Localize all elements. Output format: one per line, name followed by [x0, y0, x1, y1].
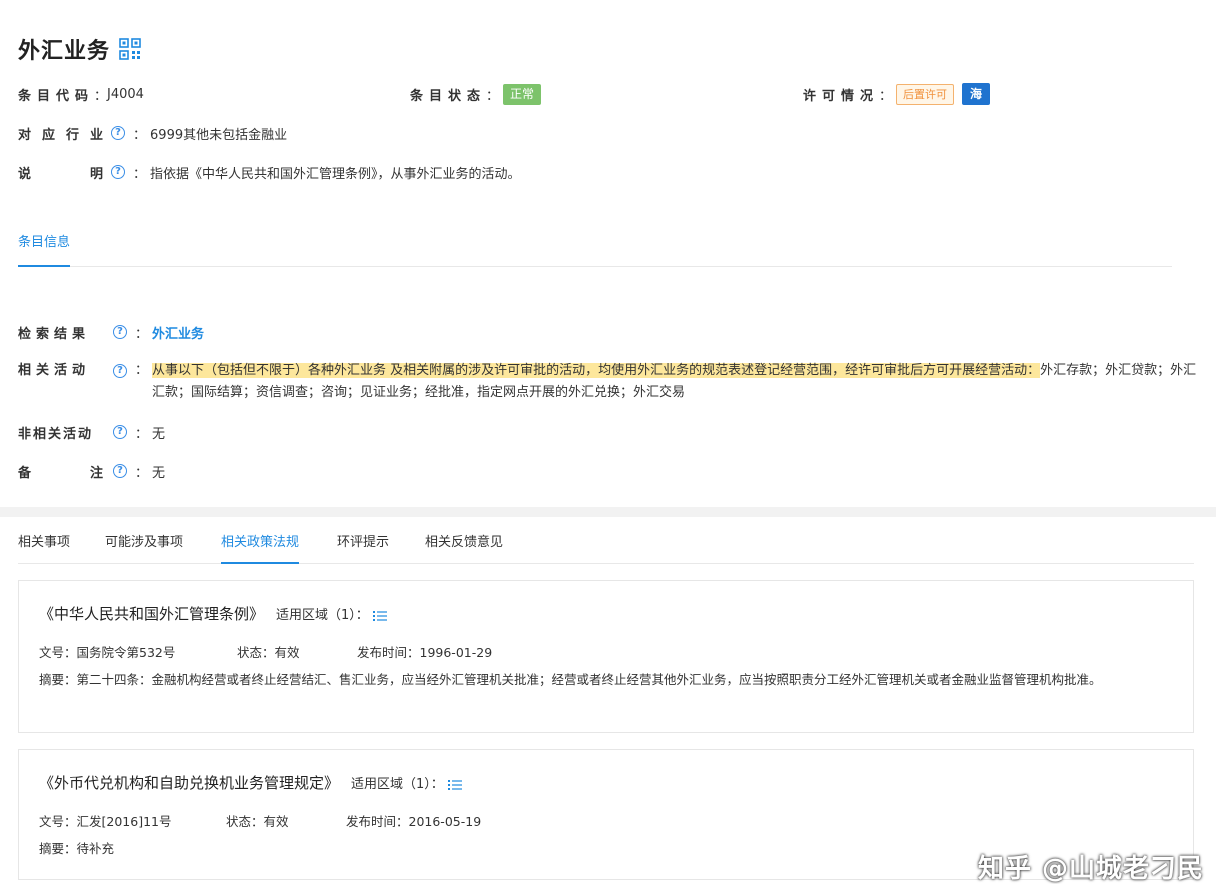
qr-code-icon[interactable]: [119, 38, 141, 60]
section-tabs: 条目信息: [18, 223, 1172, 267]
search-result-label: 检索结果: [18, 326, 91, 342]
policy-status: 状态：有效: [226, 814, 289, 829]
help-icon[interactable]: ?: [113, 464, 127, 478]
help-icon[interactable]: ?: [111, 126, 126, 140]
help-icon[interactable]: ?: [111, 165, 126, 179]
list-icon[interactable]: [447, 777, 462, 790]
policy-title-row: 《外币代兑机构和自助兑换机业务管理规定》 适用区域（1）：: [39, 772, 462, 793]
title-row: 外汇业务: [18, 35, 1194, 64]
status-badge: 正常: [503, 83, 542, 105]
tab-entry-info[interactable]: 条目信息: [18, 231, 71, 267]
policy-card: 《中华人民共和国外汇管理条例》 适用区域（1）： 文号：国务院令第532号 状态…: [18, 580, 1194, 733]
entry-code-value: J4004: [107, 86, 144, 102]
policy-summary: 摘要：第二十四条：金融机构经营或者终止经营结汇、售汇业务，应当经外汇管理机关批准…: [39, 672, 1102, 687]
policy-date: 发布时间：1996-01-29: [357, 645, 493, 660]
section-divider: [0, 507, 1216, 517]
description-label-second: 明: [90, 166, 104, 182]
related-activity-value: 从事以下（包括但不限于）各种外汇业务 及相关附属的涉及许可审批的活动，均使用外汇…: [152, 360, 1197, 404]
search-result-row: 检索结果 ? ： 外汇业务: [18, 321, 204, 343]
meta-row: 条目代码 ： J4004 条目状态 ： 正常 许可情况 ： 后置许可 海: [18, 83, 1194, 105]
policy-date: 发布时间：2016-05-19: [346, 814, 482, 829]
entry-code: 条目代码 ： J4004: [18, 86, 144, 104]
related-activity-label: 相关活动: [18, 363, 91, 378]
remark-row: 备 注 ? ： 无: [18, 460, 165, 482]
related-activity-row: 相关活动 ? ： 从事以下（包括但不限于）各种外汇业务 及相关附属的涉及许可审批…: [18, 360, 1197, 404]
description-row: 说 明 ? ： 指依据《中华人民共和国外汇管理条例》，从事外汇业务的活动。: [18, 161, 1194, 183]
watermark: 知乎 @山城老刁民: [977, 854, 1204, 884]
tab-feedback[interactable]: 相关反馈意见: [425, 531, 503, 564]
nonrelated-activity-row: 非相关活动 ? ： 无: [18, 421, 165, 443]
help-icon[interactable]: ?: [113, 425, 127, 439]
nonrelated-activity-value: 无: [152, 426, 166, 442]
entry-header: 外汇业务 条目代码 ： J4004 条目状态 ： 正常 许可情况 ： 后置许可 …: [0, 35, 1216, 267]
industry-label: 对应行业: [18, 127, 115, 143]
related-activity-highlight: 从事以下（包括但不限于）各种外汇业务 及相关附属的涉及许可审批的活动，均使用外汇…: [152, 363, 1041, 378]
help-icon[interactable]: ?: [113, 325, 127, 339]
tab-related-matters[interactable]: 相关事项: [18, 531, 70, 564]
policy-title[interactable]: 《中华人民共和国外汇管理条例》: [39, 603, 264, 624]
remark-label-second: 注: [90, 465, 104, 481]
policy-doc-number: 文号：汇发[2016]11号: [39, 814, 172, 829]
policy-meta: 文号：国务院令第532号 状态：有效 发布时间：1996-01-29: [39, 642, 492, 661]
policy-meta: 文号：汇发[2016]11号 状态：有效 发布时间：2016-05-19: [39, 811, 481, 830]
page-title: 外汇业务: [18, 39, 111, 64]
industry-value: 6999其他未包括金融业: [150, 127, 288, 143]
policy-status: 状态：有效: [237, 645, 300, 660]
remark-value: 无: [152, 465, 166, 481]
entry-status-label: 条目状态: [410, 88, 487, 104]
industry-row: 对应行业 ? ： 6999其他未包括金融业: [18, 122, 1194, 144]
description-label-first: 说: [18, 166, 32, 182]
license-region-badge[interactable]: 海: [962, 83, 991, 105]
license-label: 许可情况: [803, 88, 880, 104]
entry-code-label: 条目代码: [18, 88, 95, 104]
policy-area: 适用区域（1）：: [276, 608, 369, 623]
tab-possible-matters[interactable]: 可能涉及事项: [105, 531, 183, 564]
policy-title[interactable]: 《外币代兑机构和自助兑换机业务管理规定》: [39, 772, 339, 793]
license-badge: 后置许可: [896, 83, 955, 105]
nonrelated-activity-label: 非相关活动: [18, 426, 94, 442]
policy-doc-number: 文号：国务院令第532号: [39, 645, 176, 660]
list-icon[interactable]: [372, 608, 387, 621]
license-status: 许可情况 ： 后置许可 海: [803, 83, 991, 105]
help-icon[interactable]: ?: [113, 364, 127, 378]
entry-status: 条目状态 ： 正常: [410, 83, 542, 105]
remark-label-first: 备: [18, 465, 32, 481]
policy-area: 适用区域（1）：: [351, 777, 444, 792]
tab-related-policies[interactable]: 相关政策法规: [221, 531, 300, 564]
tab-eia-tips[interactable]: 环评提示: [337, 531, 389, 564]
description-value: 指依据《中华人民共和国外汇管理条例》，从事外汇业务的活动。: [150, 166, 521, 182]
search-result-value[interactable]: 外汇业务: [152, 323, 204, 342]
policy-title-row: 《中华人民共和国外汇管理条例》 适用区域（1）：: [39, 603, 387, 624]
related-tabs: 相关事项 可能涉及事项 相关政策法规 环评提示 相关反馈意见: [18, 529, 1194, 564]
